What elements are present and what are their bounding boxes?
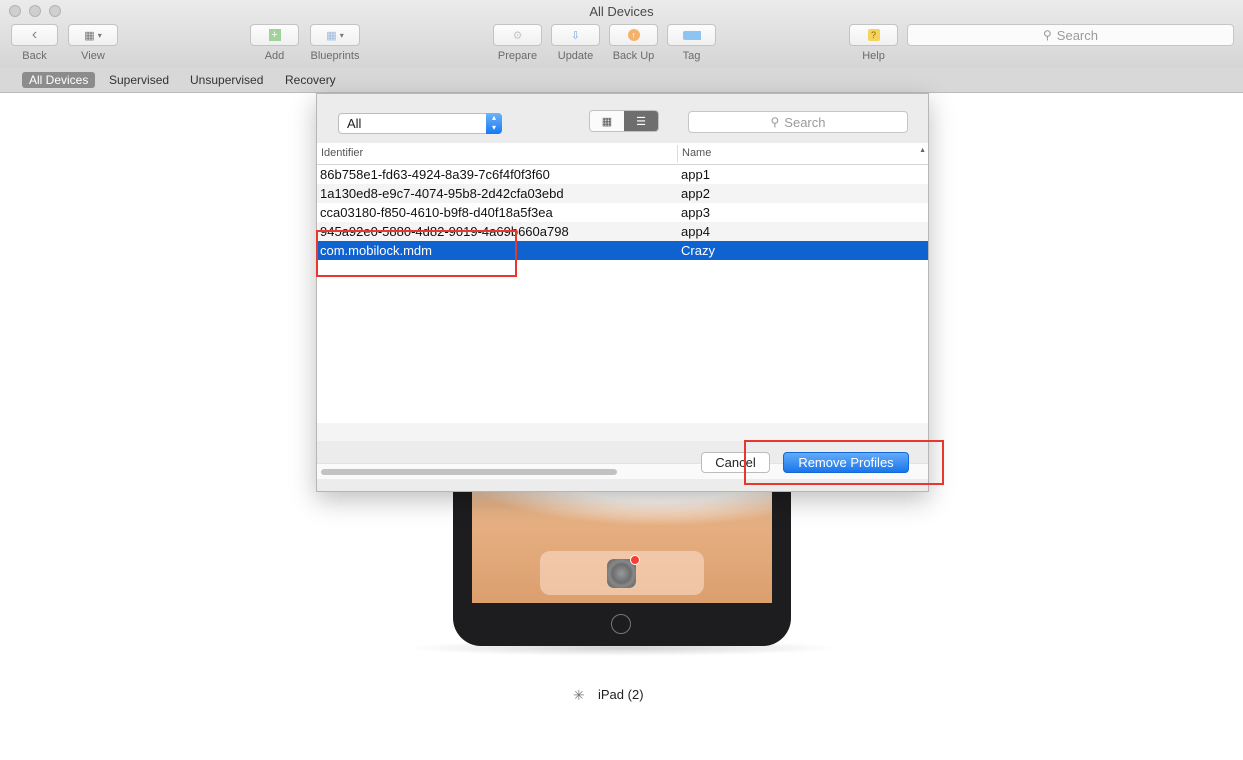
view-label: View <box>81 50 105 62</box>
popup-arrows-icon: ▴ ▾ <box>486 113 502 134</box>
notification-badge <box>630 555 640 565</box>
empty-row-stripe <box>317 423 928 441</box>
table-header: Identifier Name ▲ <box>317 143 928 165</box>
back-label: Back <box>22 50 47 62</box>
plus-icon: + <box>268 29 281 41</box>
list-mode-button[interactable]: ☰ <box>624 111 658 131</box>
row-name: app2 <box>681 186 710 201</box>
gear-icon: ⚙ <box>512 29 523 42</box>
scope-all-devices[interactable]: All Devices <box>22 72 96 88</box>
update-icon: ⇩ <box>570 29 581 42</box>
help-label: Help <box>862 50 885 62</box>
row-identifier: cca03180-f850-4610-b9f8-d40f18a5f3ea <box>320 205 553 220</box>
scope-supervised[interactable]: Supervised <box>102 72 176 88</box>
remove-profiles-sheet: All ▴ ▾ ▦ ☰ ⚲ Search Identifier Name ▲ 86… <box>316 93 929 492</box>
row-identifier: 86b758e1-fd63-4924-8a39-7c6f4f0f3f60 <box>320 167 550 182</box>
update-button[interactable]: ⇩ <box>551 24 600 46</box>
column-separator[interactable] <box>677 145 678 162</box>
sort-ascending-icon: ▲ <box>919 147 926 154</box>
tag-icon <box>682 30 701 40</box>
toolbar: All Devices ‹ Back ▦ ▾ View + Add ▦ ▾ Bl… <box>0 0 1243 69</box>
row-name: Crazy <box>681 243 715 258</box>
search-icon: ⚲ <box>770 115 780 129</box>
table-row[interactable]: 86b758e1-fd63-4924-8a39-7c6f4f0f3f60 app… <box>317 165 928 184</box>
row-name: app4 <box>681 224 710 239</box>
chevron-down-icon: ▾ <box>97 30 102 40</box>
update-label: Update <box>557 50 594 62</box>
loading-spinner-icon: ✳ <box>573 687 585 703</box>
profiles-search-field[interactable]: ⚲ Search <box>688 111 908 133</box>
add-button[interactable]: + <box>250 24 299 46</box>
backup-icon: ↑ <box>627 29 640 41</box>
backup-label: Back Up <box>612 50 655 62</box>
profiles-search-placeholder: Search <box>784 114 826 130</box>
filter-popup[interactable]: All ▴ ▾ <box>338 113 502 134</box>
highlight-remove-button <box>744 440 944 485</box>
column-identifier[interactable]: Identifier <box>321 147 363 159</box>
prepare-label: Prepare <box>497 50 538 62</box>
list-icon: ☰ <box>636 115 646 128</box>
tag-label: Tag <box>682 50 701 62</box>
scope-bar: All Devices Supervised Unsupervised Reco… <box>0 68 1243 93</box>
scrollbar-thumb[interactable] <box>321 469 617 475</box>
blueprints-button[interactable]: ▦ ▾ <box>310 24 360 46</box>
highlight-selected-row <box>316 230 517 277</box>
row-name: app3 <box>681 205 710 220</box>
scope-recovery[interactable]: Recovery <box>278 72 343 88</box>
tag-button[interactable] <box>667 24 716 46</box>
search-icon: ⚲ <box>1043 28 1052 42</box>
profiles-table: Identifier Name ▲ 86b758e1-fd63-4924-8a3… <box>317 143 928 479</box>
blueprint-icon: ▦ <box>326 29 337 42</box>
view-mode-control: ▦ ☰ <box>589 110 659 132</box>
chevron-down-icon: ▾ <box>339 30 344 40</box>
row-identifier: 1a130ed8-e9c7-4074-95b8-2d42cfa03ebd <box>320 186 564 201</box>
grid-icon: ▦ <box>601 115 613 128</box>
view-button[interactable]: ▦ ▾ <box>68 24 118 46</box>
prepare-button[interactable]: ⚙ <box>493 24 542 46</box>
filter-value: All <box>347 116 362 131</box>
grid-view-icon: ▦ <box>84 29 95 42</box>
toolbar-search-placeholder: Search <box>1056 27 1098 43</box>
device-name-label[interactable]: iPad (2) <box>598 687 644 702</box>
row-name: app1 <box>681 167 710 182</box>
help-button[interactable]: ? <box>849 24 898 46</box>
grid-mode-button[interactable]: ▦ <box>590 111 624 131</box>
chevron-left-icon: ‹ <box>31 26 38 43</box>
help-icon: ? <box>867 29 880 41</box>
table-row[interactable]: 1a130ed8-e9c7-4074-95b8-2d42cfa03ebd app… <box>317 184 928 203</box>
main-window: All Devices ‹ Back ▦ ▾ View + Add ▦ ▾ Bl… <box>0 0 1243 760</box>
home-button <box>611 614 631 634</box>
scope-unsupervised[interactable]: Unsupervised <box>183 72 270 88</box>
toolbar-search-field[interactable]: ⚲ Search <box>907 24 1234 46</box>
column-name[interactable]: Name <box>682 147 711 159</box>
table-row[interactable]: cca03180-f850-4610-b9f8-d40f18a5f3ea app… <box>317 203 928 222</box>
blueprints-label: Blueprints <box>310 50 360 62</box>
add-label: Add <box>264 50 285 62</box>
window-title: All Devices <box>589 4 654 19</box>
back-button[interactable]: ‹ <box>11 24 58 46</box>
backup-button[interactable]: ↑ <box>609 24 658 46</box>
